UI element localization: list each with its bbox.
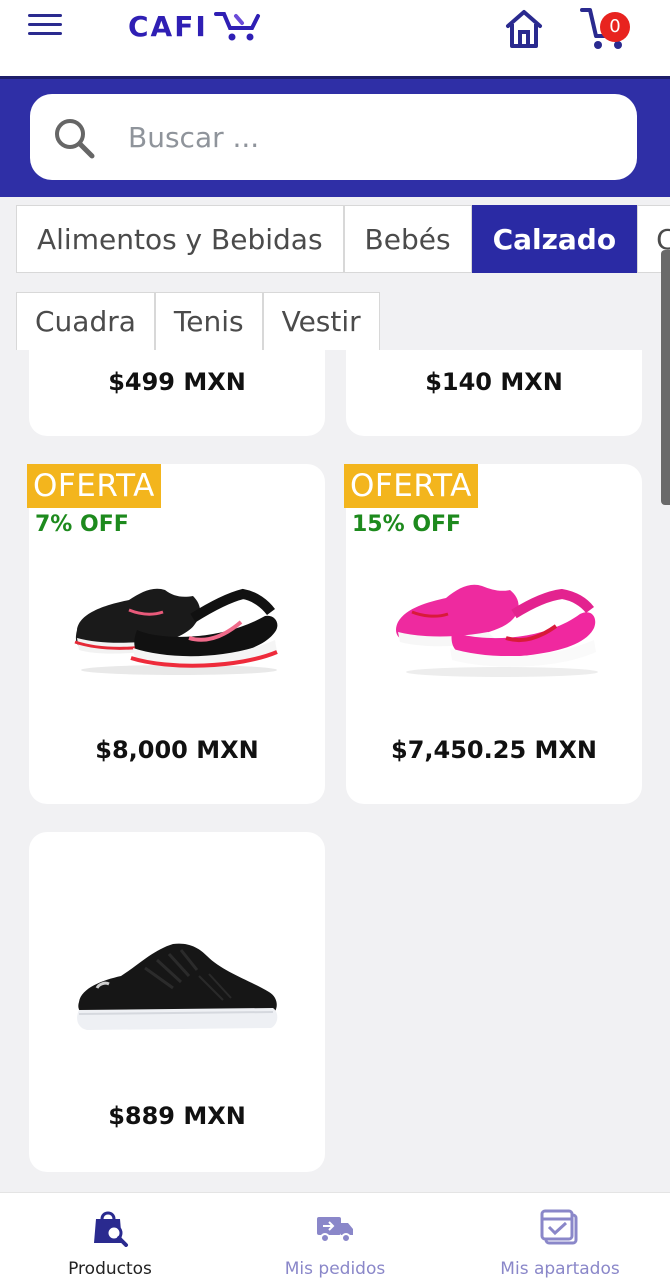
product-card[interactable]: $499 MXN <box>29 350 325 436</box>
subtab-cuadra[interactable]: Cuadra <box>16 292 155 350</box>
subcategory-tabs: Cuadra Tenis Vestir <box>16 292 380 350</box>
logo-cart-icon <box>213 12 260 41</box>
discount-label: 15% OFF <box>352 512 462 537</box>
nav-mis-apartados[interactable]: Mis apartados <box>460 1193 660 1280</box>
search-bar-container <box>0 79 670 197</box>
tab-alimentos-y-bebidas[interactable]: Alimentos y Bebidas <box>16 205 344 273</box>
nav-label: Productos <box>68 1259 152 1279</box>
shopping-bag-search-icon <box>94 1211 128 1247</box>
top-app-bar: CAFI 0 <box>0 0 670 76</box>
product-price: $499 MXN <box>108 368 246 396</box>
nav-label: Mis apartados <box>500 1259 620 1279</box>
product-image <box>74 588 278 675</box>
product-card[interactable]: OFERTA 15% OFF $7,450.25 MXN <box>344 464 642 804</box>
product-card[interactable]: $889 MXN <box>29 832 325 1172</box>
product-price: $7,450.25 MXN <box>391 736 597 764</box>
search-box[interactable] <box>30 94 637 180</box>
bottom-navigation: Productos Mis pedidos Mis apartados <box>0 1192 670 1280</box>
category-tabs: Alimentos y Bebidas Bebés Calzado Ce <box>16 205 670 273</box>
app-logo: CAFI <box>128 6 266 46</box>
tab-bebes[interactable]: Bebés <box>343 205 472 273</box>
product-image <box>77 943 278 1030</box>
home-button[interactable] <box>502 6 546 50</box>
logo-text: CAFI <box>128 9 208 43</box>
discount-label: 7% OFF <box>35 512 129 537</box>
nav-label: Mis pedidos <box>284 1259 386 1279</box>
product-price: $889 MXN <box>108 1102 246 1130</box>
delivery-truck-icon <box>317 1217 353 1243</box>
nav-productos[interactable]: Productos <box>10 1193 210 1280</box>
product-card[interactable]: $140 MXN <box>346 350 642 436</box>
product-price: $140 MXN <box>425 368 563 396</box>
product-image <box>396 584 598 677</box>
cart-count-badge: 0 <box>600 12 630 42</box>
product-grid: $499 MXN $140 MXN OFERTA 7% OFF $8,000 M… <box>0 350 670 1192</box>
offer-badge: OFERTA <box>344 464 478 508</box>
product-price: $8,000 MXN <box>95 736 259 764</box>
hamburger-menu-icon[interactable] <box>28 12 62 36</box>
offer-badge: OFERTA <box>27 464 161 508</box>
search-icon <box>55 119 95 159</box>
nav-mis-pedidos[interactable]: Mis pedidos <box>235 1193 435 1280</box>
subtab-vestir[interactable]: Vestir <box>262 292 380 350</box>
calendar-check-icon <box>540 1209 578 1245</box>
cart-button[interactable]: 0 <box>580 4 636 52</box>
home-icon <box>506 10 542 48</box>
product-card[interactable]: OFERTA 7% OFF $8,000 MXN <box>27 464 325 804</box>
subtab-tenis[interactable]: Tenis <box>154 292 263 350</box>
search-input[interactable] <box>128 112 608 162</box>
tab-calzado[interactable]: Calzado <box>471 205 638 273</box>
